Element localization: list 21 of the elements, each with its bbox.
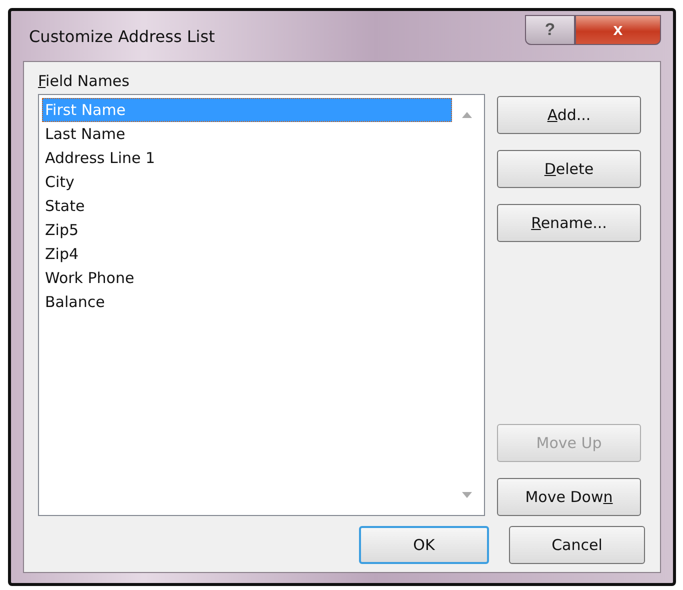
- delete-button[interactable]: Delete: [497, 150, 641, 188]
- list-item[interactable]: Work Phone: [42, 266, 452, 290]
- list-item[interactable]: Balance: [42, 290, 452, 314]
- scroll-down-icon[interactable]: [462, 492, 472, 498]
- list-item[interactable]: Last Name: [42, 122, 452, 146]
- list-item[interactable]: City: [42, 170, 452, 194]
- window-title: Customize Address List: [29, 26, 215, 46]
- list-item[interactable]: Address Line 1: [42, 146, 452, 170]
- ok-button[interactable]: OK: [359, 526, 489, 564]
- help-button[interactable]: ?: [525, 15, 575, 45]
- add-button[interactable]: Add...: [497, 96, 641, 134]
- list-item[interactable]: Zip5: [42, 218, 452, 242]
- list-item[interactable]: State: [42, 194, 452, 218]
- cancel-button[interactable]: Cancel: [509, 526, 645, 564]
- list-label: Field Names: [38, 72, 130, 90]
- close-button[interactable]: x: [575, 15, 661, 45]
- rename-button[interactable]: Rename...: [497, 204, 641, 242]
- scroll-up-icon[interactable]: [462, 112, 472, 118]
- list-item[interactable]: Zip4: [42, 242, 452, 266]
- field-list[interactable]: First Name Last Name Address Line 1 City State Zip5 Zip4 Work Phone Balance: [38, 94, 485, 516]
- move-down-button[interactable]: Move Down: [497, 478, 641, 516]
